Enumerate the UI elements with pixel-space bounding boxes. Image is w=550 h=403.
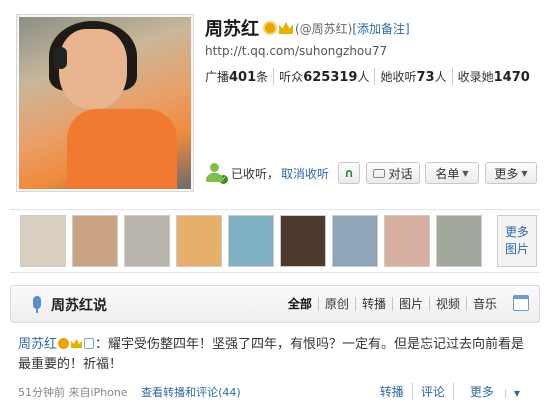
- profile-handle: (@周苏红): [295, 21, 353, 36]
- unfollow-link[interactable]: 取消收听: [281, 165, 329, 182]
- post-author[interactable]: 周苏红: [18, 337, 57, 352]
- listen-button[interactable]: ∩: [338, 162, 360, 184]
- post-more-button[interactable]: 更多 ▼: [452, 383, 536, 400]
- photo-thumbnail[interactable]: [436, 215, 482, 267]
- post-actions: 转播 评论 更多 ▼: [372, 383, 536, 400]
- crown-icon: [71, 339, 83, 348]
- calendar-icon[interactable]: [513, 295, 529, 311]
- photo-thumbnail[interactable]: [332, 215, 378, 267]
- followed-label: 已收听: [231, 166, 268, 181]
- user-followed-icon: ✓: [205, 162, 228, 184]
- verified-icon: [58, 338, 70, 349]
- photo-thumbnail[interactable]: [280, 215, 326, 267]
- stat-broadcasts[interactable]: 广播401条: [205, 68, 273, 85]
- photo-thumbnail[interactable]: [20, 215, 66, 267]
- profile-avatar[interactable]: [16, 14, 194, 192]
- name-row: 周苏红 (@周苏红) [添加备注]: [205, 16, 410, 40]
- chevron-down-icon: ▼: [521, 168, 528, 178]
- feed-title: 周苏红说: [51, 298, 107, 314]
- tab-repost[interactable]: 转播: [354, 297, 392, 311]
- profile-stats: 广播401条 听众625319人 她收听73人 收录她1470: [205, 68, 535, 85]
- dialog-button[interactable]: 对话: [366, 162, 420, 184]
- photo-thumbnail[interactable]: [124, 215, 170, 267]
- feed-tabs: 全部 原创 转播 图片 视频 音乐: [282, 297, 503, 311]
- photo-thumbnail[interactable]: [72, 215, 118, 267]
- profile-name: 周苏红: [205, 19, 259, 40]
- more-button[interactable]: 更多 ▼: [485, 162, 537, 184]
- view-comments-link[interactable]: 查看转播和评论(44): [141, 386, 241, 399]
- more-photos-button[interactable]: 更多 图片: [497, 215, 537, 267]
- photo-thumbnail[interactable]: [228, 215, 274, 267]
- stat-collected[interactable]: 收录她1470: [451, 68, 535, 85]
- add-note-link[interactable]: [添加备注]: [352, 20, 409, 37]
- feed-header: 周苏红说 全部 原创 转播 图片 视频 音乐: [10, 285, 540, 323]
- photo-thumbnail[interactable]: [176, 215, 222, 267]
- tab-music[interactable]: 音乐: [465, 297, 503, 311]
- avatar-face: [59, 29, 127, 109]
- chevron-down-icon: ▼: [504, 389, 528, 398]
- stat-listeners[interactable]: 听众625319人: [273, 68, 374, 85]
- post-source: 来自iPhone: [68, 386, 128, 399]
- tab-videos[interactable]: 视频: [428, 297, 466, 311]
- device-icon: [84, 338, 95, 349]
- photo-strip: 更多 图片: [10, 209, 540, 273]
- tab-original[interactable]: 原创: [317, 297, 355, 311]
- microphone-icon: [33, 296, 41, 313]
- avatar-shirt: [67, 109, 177, 189]
- list-button[interactable]: 名单 ▼: [425, 162, 479, 184]
- avatar-photo: [19, 17, 191, 189]
- tab-all[interactable]: 全部: [282, 297, 318, 311]
- tab-images[interactable]: 图片: [391, 297, 429, 311]
- post-meta: 51分钟前 来自iPhone 查看转播和评论(44): [18, 384, 241, 400]
- repost-button[interactable]: 转播: [372, 383, 412, 400]
- verified-icon: [263, 21, 277, 35]
- crown-icon: [279, 22, 293, 34]
- follow-status: ✓ 已收听 ， 取消收听: [205, 162, 329, 184]
- headphone-small-icon: ∩: [344, 166, 354, 180]
- profile-url[interactable]: http://t.qq.com/suhongzhou77: [205, 44, 387, 58]
- stat-following[interactable]: 她收听73人: [374, 68, 451, 85]
- chevron-down-icon: ▼: [462, 168, 469, 178]
- headphone-icon: [53, 47, 67, 69]
- comment-button[interactable]: 评论: [411, 383, 453, 400]
- post-content: 周苏红 ：耀宇受伤整四年！坚强了四年，有恨吗？一定有。但是忘记过去向前看是最重要的…: [18, 335, 533, 375]
- photo-thumbnail[interactable]: [384, 215, 430, 267]
- chat-bubble-icon: [373, 168, 386, 178]
- post-time[interactable]: 51分钟前: [18, 386, 65, 399]
